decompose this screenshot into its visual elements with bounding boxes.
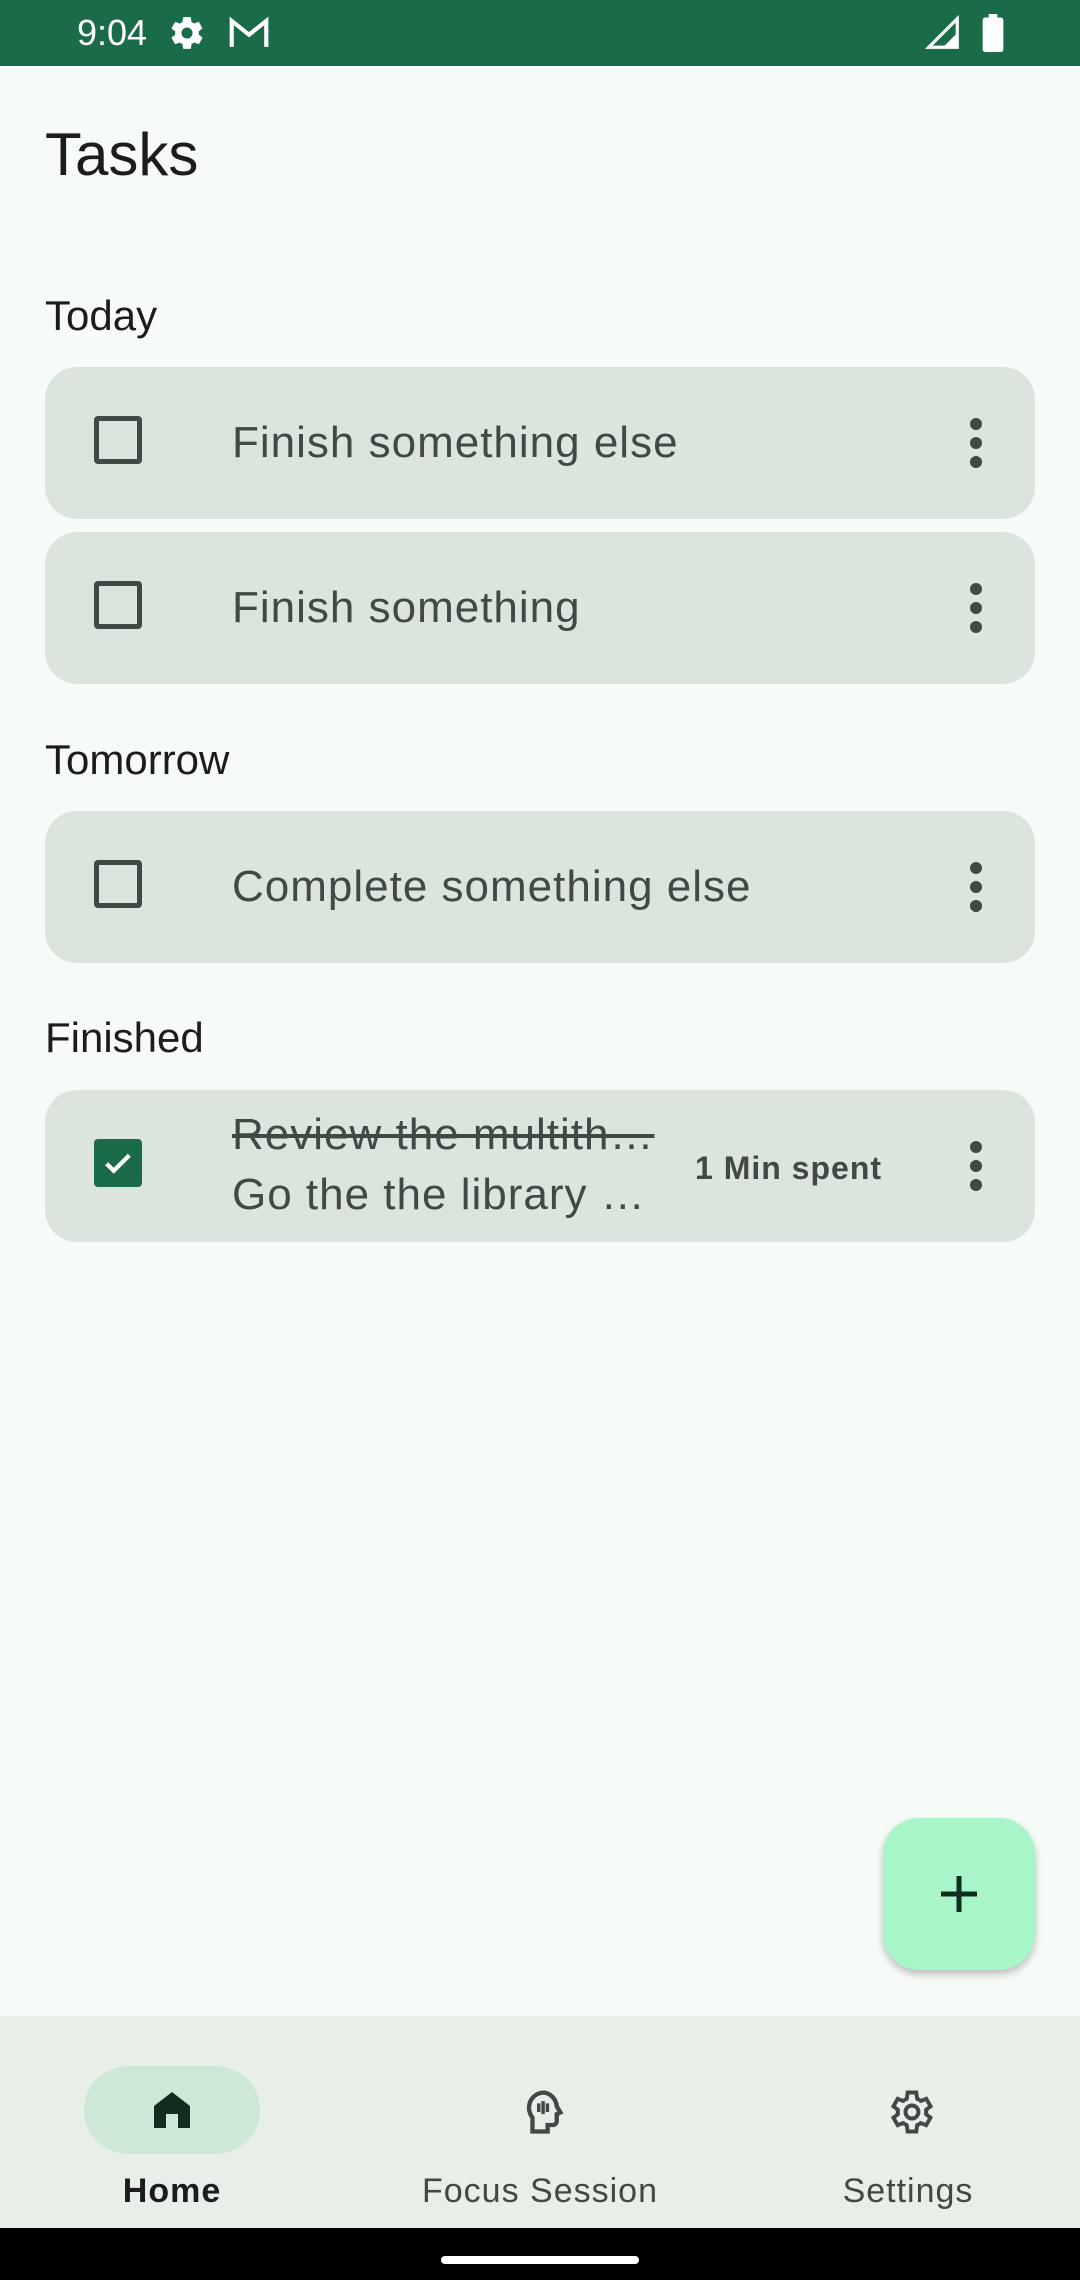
task-card[interactable]: Complete something else — [45, 811, 1035, 963]
task-checkbox-checked[interactable] — [94, 1139, 142, 1187]
add-task-button[interactable] — [883, 1818, 1035, 1970]
task-checkbox[interactable] — [94, 860, 142, 908]
nav-item-settings[interactable]: Settings — [728, 2046, 1080, 2210]
nav-label-settings: Settings — [842, 2172, 974, 2210]
battery-icon — [982, 14, 1004, 57]
task-card-finished[interactable]: Review the multith… Go the the library …… — [45, 1090, 1035, 1242]
status-bar: 9:04 — [0, 0, 1080, 66]
focus-head-icon — [526, 2090, 564, 2134]
section-label-tomorrow: Tomorrow — [45, 736, 230, 783]
task-title: Review the multith… — [232, 1110, 655, 1159]
nav-label-focus-session: Focus Session — [422, 2172, 658, 2210]
add-icon — [941, 1876, 977, 1912]
page-title: Tasks — [45, 121, 199, 188]
nav-label-home: Home — [122, 2172, 222, 2210]
system-nav-bar — [0, 2228, 1080, 2280]
section-label-finished: Finished — [45, 1014, 204, 1061]
more-vert-icon[interactable] — [951, 582, 1001, 634]
gear-icon — [168, 14, 206, 57]
nav-item-home[interactable]: Home — [0, 2046, 352, 2210]
time-spent-label: 1 Min spent — [695, 1150, 883, 1186]
status-time: 9:04 — [77, 12, 148, 53]
gesture-handle[interactable] — [441, 2256, 639, 2264]
gmail-icon — [228, 14, 270, 57]
more-vert-icon[interactable] — [951, 1140, 1001, 1192]
section-label-today: Today — [45, 292, 158, 339]
task-checkbox[interactable] — [94, 581, 142, 629]
task-card[interactable]: Finish something else — [45, 367, 1035, 519]
signal-icon — [924, 14, 962, 57]
nav-pill-active — [84, 2066, 260, 2154]
nav-pill — [452, 2066, 628, 2154]
task-card[interactable]: Finish something — [45, 532, 1035, 684]
settings-gear-icon — [890, 2090, 934, 2134]
more-vert-icon[interactable] — [951, 417, 1001, 469]
task-subtitle: Go the the library … — [232, 1170, 646, 1219]
task-checkbox[interactable] — [94, 416, 142, 464]
task-title: Complete something else — [232, 862, 752, 911]
home-icon — [154, 2092, 190, 2128]
task-title: Finish something else — [232, 418, 679, 467]
nav-pill — [820, 2066, 996, 2154]
task-title: Finish something — [232, 583, 581, 632]
more-vert-icon[interactable] — [951, 861, 1001, 913]
nav-item-focus-session[interactable]: Focus Session — [360, 2046, 720, 2210]
